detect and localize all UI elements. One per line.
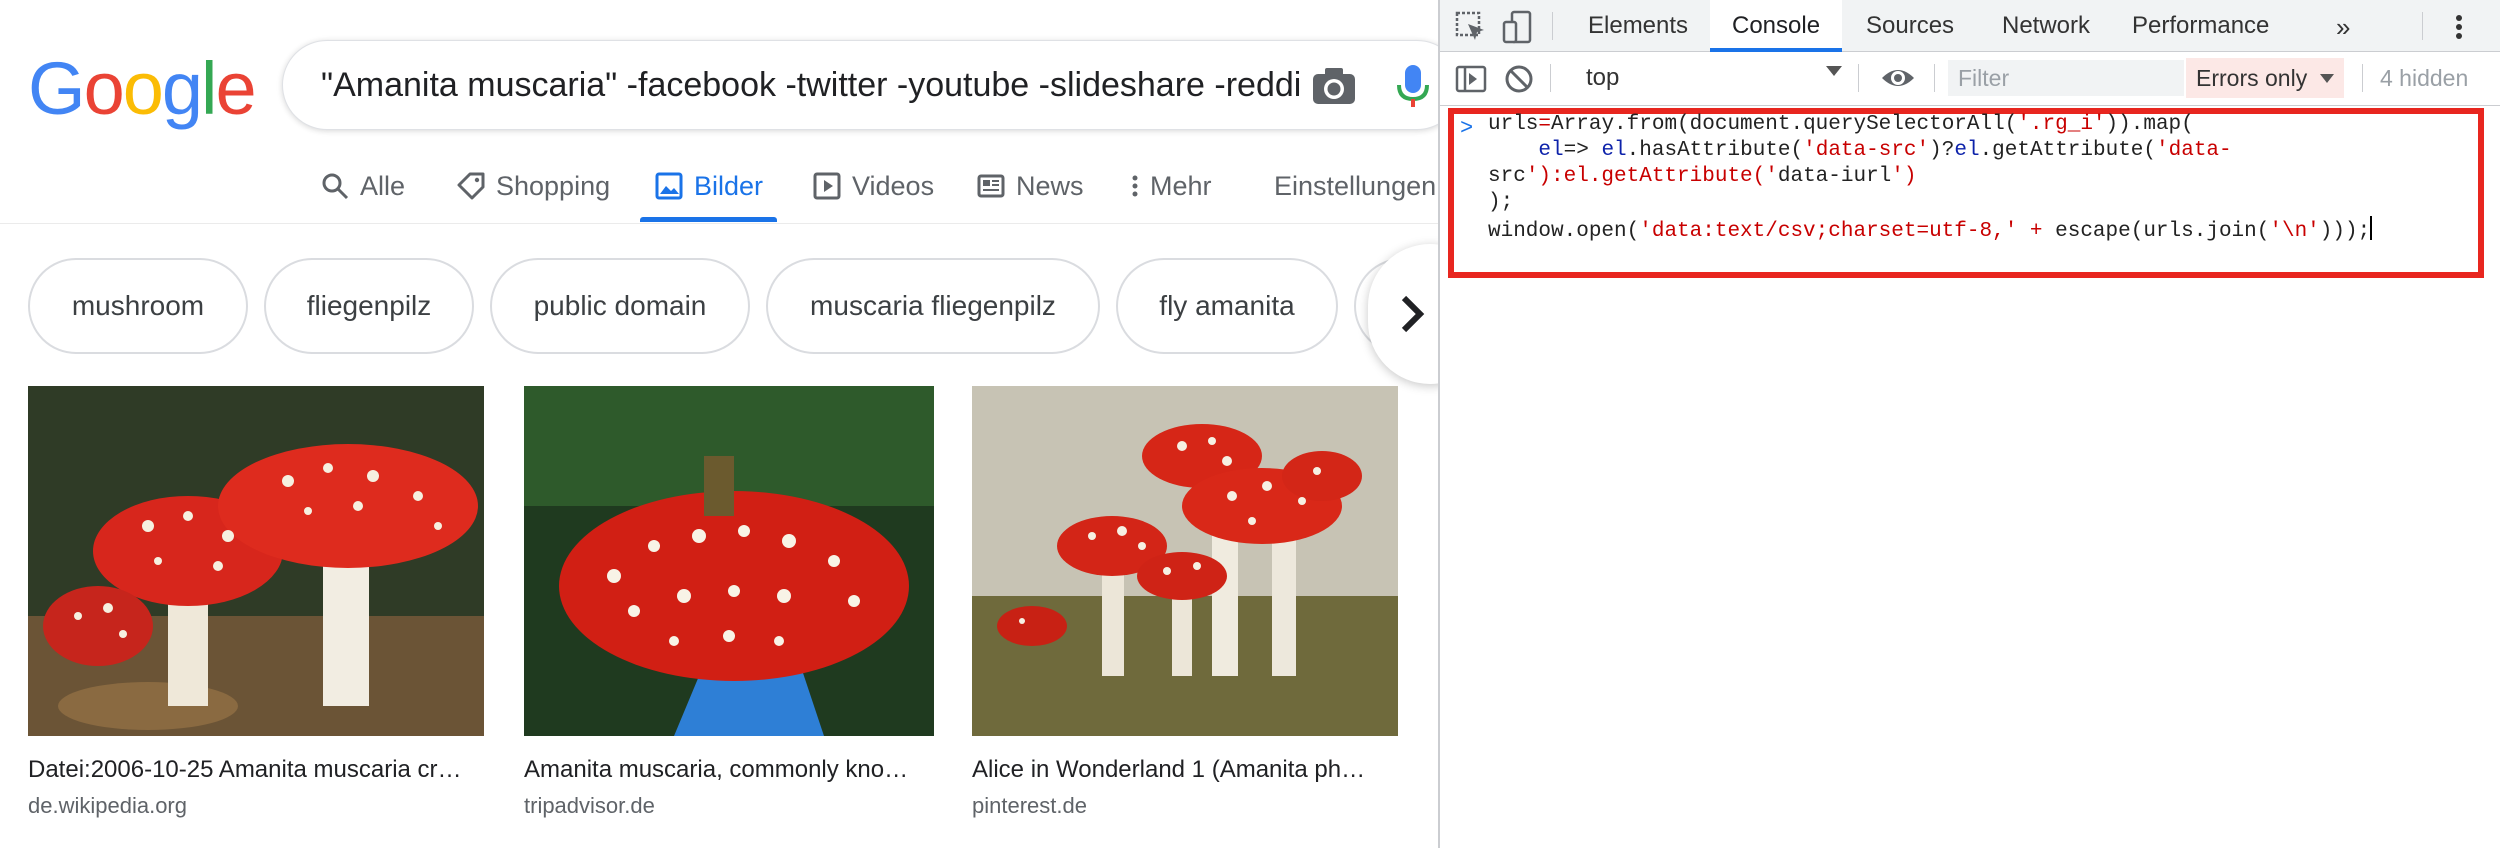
- hidden-count: 4 hidden: [2380, 65, 2469, 91]
- context-selector[interactable]: top: [1576, 60, 1846, 96]
- logo-letter: o: [122, 47, 164, 130]
- tab-label: Videos: [852, 170, 935, 201]
- image-result[interactable]: Datei:2006-10-25 Amanita muscaria cr… de…: [28, 386, 484, 820]
- logo-letter: l: [201, 47, 218, 130]
- search-box[interactable]: "Amanita muscaria" -facebook -twitter -y…: [282, 40, 1438, 130]
- image-result[interactable]: Alice in Wonderland 1 (Amanita ph… pinte…: [972, 386, 1398, 820]
- eye-icon[interactable]: [1880, 64, 1916, 92]
- toolbar-divider: [2422, 12, 2423, 40]
- chip-muscaria-fliegenpilz[interactable]: muscaria fliegenpilz: [766, 258, 1100, 354]
- image-result[interactable]: Amanita muscaria, commonly kno… tripadvi…: [524, 386, 934, 820]
- log-levels-dropdown[interactable]: Errors only: [2186, 58, 2344, 98]
- tag-icon: [457, 172, 485, 200]
- toolbar-divider: [1552, 12, 1553, 40]
- logo-letter: o: [83, 47, 125, 130]
- chip-public-domain[interactable]: public domain: [490, 258, 750, 354]
- chevron-down-icon[interactable]: [1826, 66, 1842, 76]
- log-levels-label: Errors only: [2196, 65, 2308, 91]
- search-input[interactable]: "Amanita muscaria" -facebook -twitter -y…: [321, 65, 1301, 105]
- devtools-panel: Elements Console Sources Network Perform…: [1438, 0, 2500, 848]
- result-title[interactable]: Amanita muscaria, commonly kno…: [524, 754, 934, 786]
- sidebar-toggle-icon[interactable]: [1454, 62, 1488, 96]
- tab-label: Mehr: [1150, 170, 1212, 201]
- prompt-chevron-icon: >: [1460, 116, 1474, 141]
- tab-mehr[interactable]: Mehr: [1130, 150, 1212, 222]
- logo-letter: e: [215, 47, 256, 130]
- toolbar-divider: [2362, 64, 2363, 92]
- chip-fly-amanita[interactable]: fly amanita: [1116, 258, 1338, 354]
- result-thumbnail[interactable]: [524, 386, 934, 736]
- google-images-page: Google "Amanita muscaria" -facebook -twi…: [0, 0, 1438, 848]
- more-tabs-icon[interactable]: »: [2336, 12, 2350, 43]
- customize-menu-icon[interactable]: [2452, 10, 2466, 44]
- tab-shopping[interactable]: Shopping: [456, 150, 610, 222]
- chevron-right-icon: [1401, 295, 1425, 333]
- chevron-down-icon: [2320, 74, 2334, 83]
- result-source: tripadvisor.de: [524, 793, 655, 818]
- inspect-element-icon[interactable]: [1454, 10, 1488, 44]
- tab-label: News: [1016, 170, 1084, 201]
- filter-input[interactable]: Filter: [1948, 60, 2184, 96]
- result-title[interactable]: Datei:2006-10-25 Amanita muscaria cr…: [28, 754, 484, 786]
- console-area[interactable]: > urls=Array.from(document.querySelector…: [1440, 106, 2500, 848]
- play-icon: [813, 172, 841, 200]
- toolbar-divider: [1550, 64, 1551, 92]
- tab-sources[interactable]: Sources: [1844, 0, 1976, 52]
- header-divider: [0, 223, 1438, 224]
- search-icon: [322, 173, 349, 200]
- mushroom-image: [524, 386, 934, 736]
- more-vert-icon: [1132, 175, 1138, 197]
- active-tab-indicator: [640, 217, 778, 222]
- device-toolbar-icon[interactable]: [1502, 10, 1536, 44]
- devtools-tabbar: Elements Console Sources Network Perform…: [1440, 0, 2500, 52]
- tab-console[interactable]: Console: [1710, 0, 1843, 52]
- tab-news[interactable]: News: [976, 150, 1084, 222]
- chip-mushroom[interactable]: mushroom: [28, 258, 248, 354]
- result-thumbnail[interactable]: [28, 386, 484, 736]
- mushroom-image: [972, 386, 1398, 736]
- tab-alle[interactable]: Alle: [320, 150, 405, 222]
- tab-label: Einstellungen: [1274, 170, 1437, 201]
- tab-label: Shopping: [496, 170, 611, 201]
- tab-performance[interactable]: Performance: [2110, 0, 2291, 52]
- console-toolbar: top Filter Errors only 4 hidden: [1440, 52, 2500, 106]
- result-source: pinterest.de: [972, 793, 1087, 818]
- toolbar-divider: [1858, 64, 1859, 92]
- result-thumbnail[interactable]: [972, 386, 1398, 736]
- image-icon: [655, 172, 683, 200]
- news-icon: [977, 174, 1005, 198]
- microphone-icon[interactable]: [1395, 63, 1431, 109]
- toolbar-divider: [1934, 64, 1935, 92]
- logo-letter: g: [161, 47, 203, 130]
- text-caret: [2370, 216, 2373, 240]
- clear-console-icon[interactable]: [1502, 62, 1536, 96]
- tab-einstellungen[interactable]: Einstellungen: [1274, 150, 1436, 222]
- result-source: de.wikipedia.org: [28, 793, 187, 818]
- logo-letter: G: [28, 47, 86, 130]
- chip-fliegenpilz[interactable]: fliegenpilz: [264, 258, 474, 354]
- mushroom-image: [28, 386, 484, 736]
- result-title[interactable]: Alice in Wonderland 1 (Amanita ph…: [972, 754, 1398, 786]
- tab-label: Alle: [360, 170, 406, 201]
- google-logo[interactable]: Google: [28, 47, 257, 130]
- tab-label: Bilder: [694, 170, 764, 201]
- tab-bilder[interactable]: Bilder: [640, 150, 778, 222]
- console-input[interactable]: urls=Array.from(document.querySelectorAl…: [1488, 112, 2448, 245]
- tab-network[interactable]: Network: [1980, 0, 2112, 52]
- tab-elements[interactable]: Elements: [1566, 0, 1710, 52]
- camera-icon[interactable]: [1311, 65, 1357, 107]
- tab-videos[interactable]: Videos: [812, 150, 934, 222]
